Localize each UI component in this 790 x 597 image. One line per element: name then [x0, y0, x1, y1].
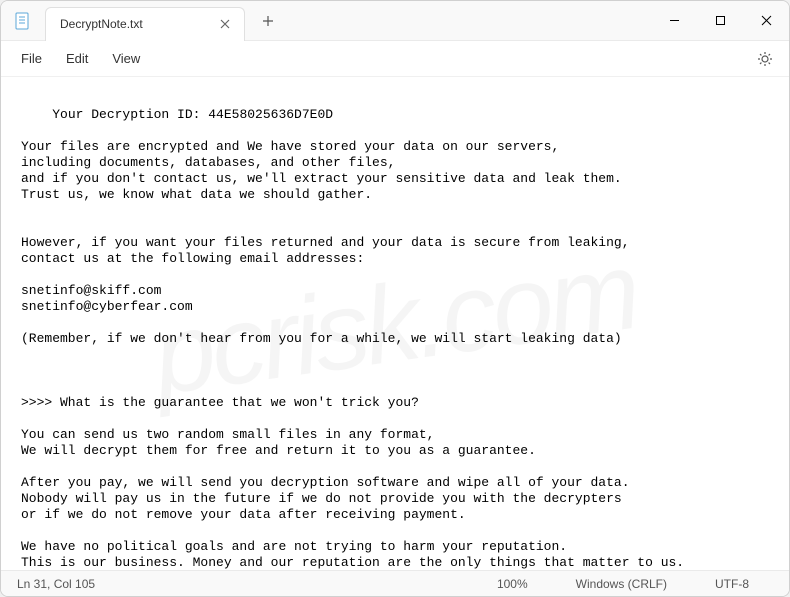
- close-tab-icon[interactable]: [216, 15, 234, 33]
- file-tab[interactable]: DecryptNote.txt: [45, 7, 245, 41]
- minimize-button[interactable]: [651, 1, 697, 40]
- new-tab-button[interactable]: [253, 6, 283, 36]
- notepad-app-icon: [13, 11, 33, 31]
- menubar: File Edit View: [1, 41, 789, 77]
- menu-file[interactable]: File: [9, 45, 54, 72]
- titlebar: DecryptNote.txt: [1, 1, 789, 41]
- status-position[interactable]: Ln 31, Col 105: [17, 577, 473, 591]
- watermark: pcrisk.com: [153, 282, 636, 365]
- close-window-button[interactable]: [743, 1, 789, 40]
- status-lineending[interactable]: Windows (CRLF): [552, 577, 691, 591]
- menu-view[interactable]: View: [100, 45, 152, 72]
- status-zoom[interactable]: 100%: [473, 577, 552, 591]
- maximize-button[interactable]: [697, 1, 743, 40]
- editor-content[interactable]: pcrisk.comYour Decryption ID: 44E5802563…: [1, 77, 789, 570]
- status-encoding[interactable]: UTF-8: [691, 577, 773, 591]
- tab-title: DecryptNote.txt: [60, 17, 216, 31]
- menu-edit[interactable]: Edit: [54, 45, 100, 72]
- statusbar: Ln 31, Col 105 100% Windows (CRLF) UTF-8: [1, 570, 789, 596]
- notepad-window: DecryptNote.txt File Edit View: [0, 0, 790, 597]
- settings-button[interactable]: [749, 43, 781, 75]
- window-controls: [651, 1, 789, 40]
- text-body: Your Decryption ID: 44E58025636D7E0D You…: [21, 107, 770, 570]
